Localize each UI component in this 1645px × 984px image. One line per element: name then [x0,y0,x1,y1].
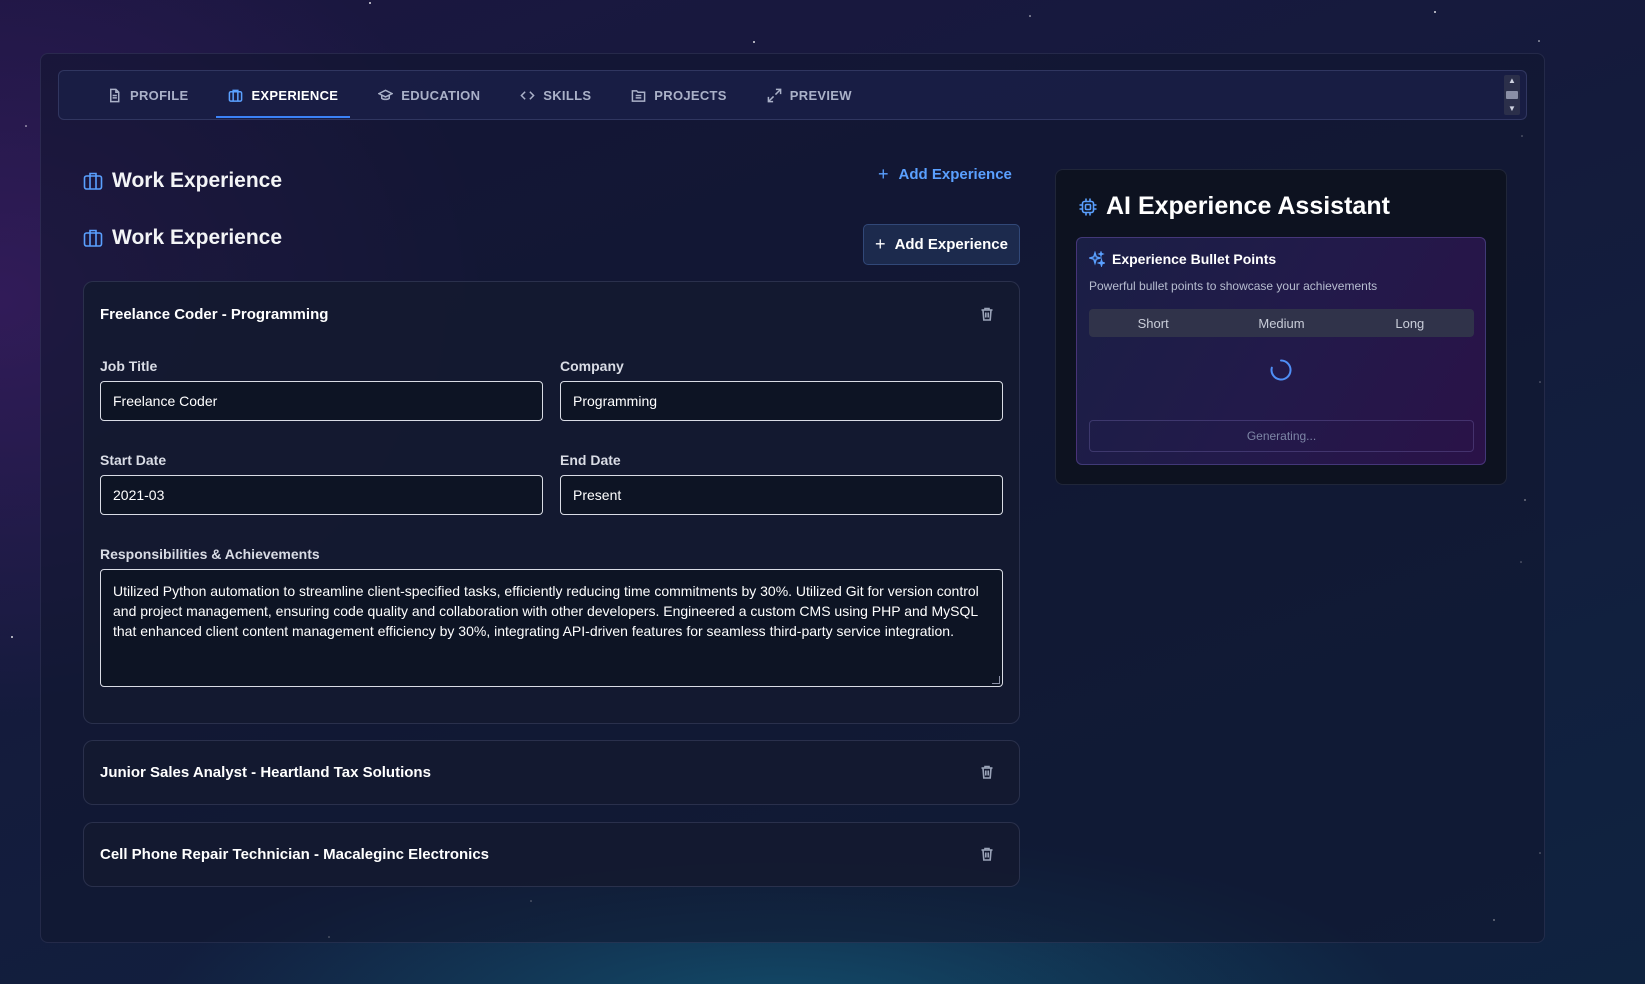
tab-preview[interactable]: PREVIEW [755,71,864,119]
folder-icon [631,89,646,102]
length-option-long[interactable]: Long [1346,309,1474,337]
plus-icon: + [878,164,889,184]
add-experience-label: Add Experience [898,166,1012,183]
end-date-label: End Date [560,452,621,468]
responsibilities-label: Responsibilities & Achievements [100,546,320,562]
delete-experience-button[interactable] [979,306,995,322]
section-header-secondary: Work Experience [83,226,282,250]
section-title: Work Experience [112,169,283,192]
document-icon [110,88,120,102]
end-date-input[interactable]: Present [560,475,1003,515]
tab-profile[interactable]: PROFILE [95,71,200,119]
company-input[interactable]: Programming [560,381,1003,421]
section-header: Work Experience [83,169,282,193]
bullet-points-subtitle: Powerful bullet points to showcase your … [1089,279,1378,293]
trash-icon [981,307,993,321]
tab-label: PROJECTS [654,87,727,103]
generate-button[interactable]: Generating... [1089,420,1474,452]
plus-icon: + [875,234,886,254]
tab-label: SKILLS [543,87,592,103]
briefcase-icon [83,172,103,190]
tab-bar: PROFILE EXPERIENCE EDUCATION SKILLS PROJ… [58,70,1527,120]
tab-label: PROFILE [130,87,189,103]
delete-experience-button[interactable] [979,764,995,780]
briefcase-icon [229,89,243,102]
chip-icon [1079,198,1097,215]
sparkles-icon [1089,251,1105,267]
scrollbar-thumb[interactable] [1506,91,1518,99]
tab-skills[interactable]: SKILLS [508,71,603,119]
length-option-medium[interactable]: Medium [1217,309,1345,337]
experience-heading[interactable]: Freelance Coder - Programming [100,306,328,323]
expand-icon [767,88,782,102]
experience-card-collapsed[interactable]: Junior Sales Analyst - Heartland Tax Sol… [83,740,1020,805]
tab-education[interactable]: EDUCATION [366,71,492,119]
scroll-down-icon[interactable]: ▼ [1508,105,1516,113]
tab-label: PREVIEW [789,87,852,103]
briefcase-icon [83,229,103,247]
job-title-input[interactable]: Freelance Coder [100,381,543,421]
start-date-label: Start Date [100,452,167,468]
bullet-points-card: Experience Bullet Points Powerful bullet… [1076,237,1486,465]
resize-handle[interactable] [992,676,1000,684]
delete-experience-button[interactable] [979,846,995,862]
bullet-points-title: Experience Bullet Points [1112,251,1277,267]
responsibilities-textarea[interactable]: Utilized Python automation to streamline… [100,569,1003,687]
experience-card-expanded: Freelance Coder - Programming Job Title … [83,281,1020,724]
trash-icon [981,765,993,779]
job-title-label: Job Title [100,358,158,374]
resume-builder-window: PROFILE EXPERIENCE EDUCATION SKILLS PROJ… [40,53,1545,943]
experience-heading[interactable]: Cell Phone Repair Technician - Macalegin… [100,846,489,863]
tab-projects[interactable]: PROJECTS [619,71,738,119]
loading-spinner-icon [1269,358,1293,382]
tab-scrollbar[interactable]: ▲ ▼ [1504,75,1520,115]
section-title: Work Experience [112,226,283,249]
length-option-short[interactable]: Short [1089,309,1217,337]
experience-heading[interactable]: Junior Sales Analyst - Heartland Tax Sol… [100,764,431,781]
length-selector: Short Medium Long [1089,309,1474,337]
tab-label: EDUCATION [401,87,481,103]
tab-experience[interactable]: EXPERIENCE [216,71,351,119]
bullet-points-header: Experience Bullet Points [1089,251,1276,267]
scroll-up-icon[interactable]: ▲ [1508,77,1516,85]
company-label: Company [560,358,624,374]
add-experience-link[interactable]: + Add Experience [878,164,1012,184]
ai-assistant-header: AI Experience Assistant [1078,192,1390,221]
graduation-cap-icon [378,89,394,100]
trash-icon [981,847,993,861]
responsibilities-text: Utilized Python automation to streamline… [113,583,979,639]
start-date-input[interactable]: 2021-03 [100,475,543,515]
code-icon [520,90,535,100]
ai-assistant-panel: AI Experience Assistant Experience Bulle… [1055,169,1507,485]
add-experience-label: Add Experience [894,236,1008,253]
ai-assistant-title: AI Experience Assistant [1106,192,1390,220]
tab-label: EXPERIENCE [251,87,339,103]
experience-card-collapsed[interactable]: Cell Phone Repair Technician - Macalegin… [83,822,1020,887]
add-experience-button[interactable]: + Add Experience [863,224,1020,265]
